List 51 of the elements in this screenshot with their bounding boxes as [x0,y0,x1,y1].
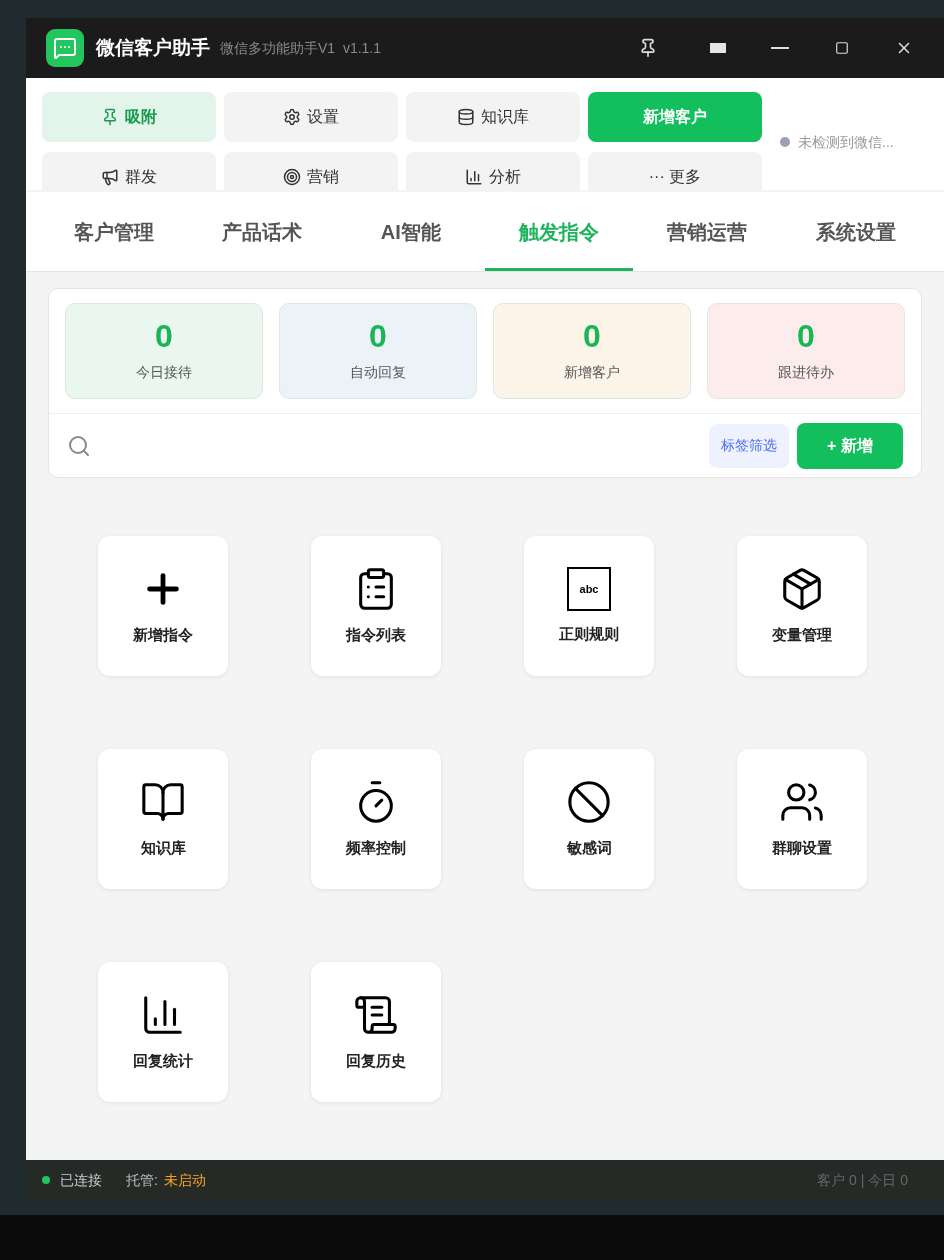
tag-filter-button[interactable]: 标签筛选 [709,423,789,468]
stat-value: 0 [583,319,601,352]
feature-tile[interactable]: 变量管理 [737,536,867,676]
window-title: 微信客户助手 [96,35,210,60]
text-box-icon: abc [567,566,611,611]
toolbar-button[interactable]: ··· 更多 [588,152,762,190]
feature-tile[interactable]: 回复统计 [98,962,228,1102]
feature-tile[interactable]: 频率控制 [311,749,441,889]
counts-text: 客户 0 | 今日 0 [817,1170,908,1190]
minimize-icon [771,47,789,49]
feature-tile[interactable]: 敏感词 [524,749,654,889]
tab[interactable]: 营销运营 [633,192,782,271]
feature-tile[interactable]: 群聊设置 [737,749,867,889]
feature-tile[interactable]: 回复历史 [311,962,441,1102]
pin-icon [638,38,658,58]
prohibited-icon [566,778,612,825]
stat-value: 0 [155,319,173,352]
stat-label: 自动回复 [350,362,406,382]
toolbar-button[interactable]: 营销 [224,152,398,190]
tab[interactable]: AI智能 [336,192,485,271]
bar-chart-icon [465,168,483,186]
drawer-icon [457,108,475,126]
feature-tile[interactable]: 知识库 [98,749,228,889]
search-icon [67,433,91,458]
stat-label: 跟进待办 [778,362,834,382]
pin-icon [101,108,119,126]
toolbar-button[interactable]: 设置 [224,92,398,142]
feature-tile[interactable]: abc 正则规则 [524,536,654,676]
target-icon [283,168,301,186]
window-subtitle: 微信多功能助手V1 v1.1.1 [220,38,382,58]
feature-tile[interactable]: 新增指令 [98,536,228,676]
stat-value: 0 [797,319,815,352]
stat-label: 今日接待 [136,362,192,382]
maximize-icon [835,41,849,55]
stat-value: 0 [369,319,387,352]
toolbar-button[interactable]: 分析 [406,152,580,190]
stat-label: 新增客户 [564,362,620,382]
hosting-status: 未启动 [163,1170,206,1190]
app-logo-icon [46,29,84,67]
rectangle-icon [710,43,726,53]
wechat-status-text: 未检测到微信... [798,133,894,152]
toolbar-button[interactable]: 群发 [42,152,216,190]
feature-tile[interactable]: 指令列表 [311,536,441,676]
tab[interactable]: 客户管理 [40,192,189,271]
tab[interactable]: 系统设置 [781,192,930,271]
megaphone-icon [101,168,119,186]
tab[interactable]: 产品话术 [188,192,337,271]
toolbar-button[interactable]: 知识库 [406,92,580,142]
hosting-label: 托管: [126,1170,158,1190]
settings-icon [283,108,301,126]
connection-status: 已连接 [60,1170,102,1190]
